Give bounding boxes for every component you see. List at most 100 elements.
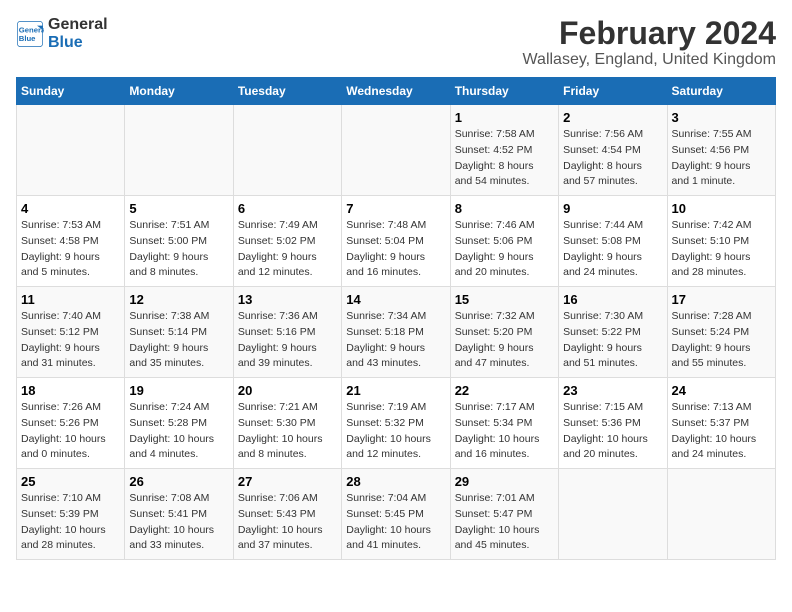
calendar-cell: 13 Sunrise: 7:36 AM Sunset: 5:16 PM Dayli…: [233, 287, 341, 378]
calendar-header-tuesday: Tuesday: [233, 78, 341, 105]
calendar-cell: 9 Sunrise: 7:44 AM Sunset: 5:08 PM Daylig…: [559, 196, 667, 287]
day-number: 25: [21, 474, 120, 489]
calendar-cell: 21 Sunrise: 7:19 AM Sunset: 5:32 PM Dayli…: [342, 378, 450, 469]
logo: General Blue GeneralBlue: [16, 16, 108, 51]
day-number: 14: [346, 292, 445, 307]
day-info: Sunrise: 7:42 AM Sunset: 5:10 PM Dayligh…: [672, 218, 771, 281]
day-info: Sunrise: 7:15 AM Sunset: 5:36 PM Dayligh…: [563, 400, 662, 463]
calendar-cell: 7Sunrise: 7:48 AM Sunset: 5:04 PM Daylig…: [342, 196, 450, 287]
calendar-table: SundayMondayTuesdayWednesdayThursdayFrid…: [16, 77, 776, 560]
day-info: Sunrise: 7:55 AM Sunset: 4:56 PM Dayligh…: [672, 127, 771, 190]
calendar-week-row: 18 Sunrise: 7:26 AM Sunset: 5:26 PM Dayli…: [17, 378, 776, 469]
calendar-week-row: 25 Sunrise: 7:10 AM Sunset: 5:39 PM Dayli…: [17, 469, 776, 560]
day-info: Sunrise: 7:58 AM Sunset: 4:52 PM Dayligh…: [455, 127, 554, 190]
logo-text: GeneralBlue: [48, 16, 108, 51]
day-number: 28: [346, 474, 445, 489]
day-info: Sunrise: 7:01 AM Sunset: 5:47 PM Dayligh…: [455, 491, 554, 554]
day-number: 2: [563, 110, 662, 125]
day-info: Sunrise: 7:53 AM Sunset: 4:58 PM Dayligh…: [21, 218, 120, 281]
day-info: Sunrise: 7:48 AM Sunset: 5:04 PM Dayligh…: [346, 218, 445, 281]
calendar-cell: [233, 105, 341, 196]
day-number: 13: [238, 292, 337, 307]
day-info: Sunrise: 7:56 AM Sunset: 4:54 PM Dayligh…: [563, 127, 662, 190]
header: General Blue GeneralBlue February 2024 W…: [16, 16, 776, 69]
day-number: 10: [672, 201, 771, 216]
day-number: 27: [238, 474, 337, 489]
day-info: Sunrise: 7:17 AM Sunset: 5:34 PM Dayligh…: [455, 400, 554, 463]
calendar-cell: 11Sunrise: 7:40 AM Sunset: 5:12 PM Dayli…: [17, 287, 125, 378]
day-number: 6: [238, 201, 337, 216]
title-section: February 2024 Wallasey, England, United …: [523, 16, 776, 69]
day-info: Sunrise: 7:38 AM Sunset: 5:14 PM Dayligh…: [129, 309, 228, 372]
calendar-cell: 19 Sunrise: 7:24 AM Sunset: 5:28 PM Dayli…: [125, 378, 233, 469]
day-info: Sunrise: 7:40 AM Sunset: 5:12 PM Dayligh…: [21, 309, 120, 372]
calendar-cell: 15Sunrise: 7:32 AM Sunset: 5:20 PM Dayli…: [450, 287, 558, 378]
day-info: Sunrise: 7:51 AM Sunset: 5:00 PM Dayligh…: [129, 218, 228, 281]
calendar-cell: 10 Sunrise: 7:42 AM Sunset: 5:10 PM Dayli…: [667, 196, 775, 287]
day-info: Sunrise: 7:24 AM Sunset: 5:28 PM Dayligh…: [129, 400, 228, 463]
day-number: 17: [672, 292, 771, 307]
day-number: 26: [129, 474, 228, 489]
calendar-cell: 6 Sunrise: 7:49 AM Sunset: 5:02 PM Daylig…: [233, 196, 341, 287]
calendar-cell: [559, 469, 667, 560]
calendar-cell: 28 Sunrise: 7:04 AM Sunset: 5:45 PM Dayli…: [342, 469, 450, 560]
logo-icon: General Blue: [16, 20, 44, 48]
day-number: 21: [346, 383, 445, 398]
calendar-cell: 16 Sunrise: 7:30 AM Sunset: 5:22 PM Dayli…: [559, 287, 667, 378]
day-number: 9: [563, 201, 662, 216]
day-number: 29: [455, 474, 554, 489]
day-info: Sunrise: 7:30 AM Sunset: 5:22 PM Dayligh…: [563, 309, 662, 372]
day-info: Sunrise: 7:19 AM Sunset: 5:32 PM Dayligh…: [346, 400, 445, 463]
day-info: Sunrise: 7:36 AM Sunset: 5:16 PM Dayligh…: [238, 309, 337, 372]
calendar-cell: [667, 469, 775, 560]
day-number: 5: [129, 201, 228, 216]
calendar-cell: 29 Sunrise: 7:01 AM Sunset: 5:47 PM Dayli…: [450, 469, 558, 560]
day-info: Sunrise: 7:34 AM Sunset: 5:18 PM Dayligh…: [346, 309, 445, 372]
day-number: 18: [21, 383, 120, 398]
calendar-cell: 20 Sunrise: 7:21 AM Sunset: 5:30 PM Dayli…: [233, 378, 341, 469]
day-info: Sunrise: 7:46 AM Sunset: 5:06 PM Dayligh…: [455, 218, 554, 281]
svg-text:Blue: Blue: [19, 34, 36, 43]
calendar-cell: 26 Sunrise: 7:08 AM Sunset: 5:41 PM Dayli…: [125, 469, 233, 560]
day-info: Sunrise: 7:44 AM Sunset: 5:08 PM Dayligh…: [563, 218, 662, 281]
day-number: 4: [21, 201, 120, 216]
day-info: Sunrise: 7:49 AM Sunset: 5:02 PM Dayligh…: [238, 218, 337, 281]
calendar-header-thursday: Thursday: [450, 78, 558, 105]
calendar-cell: [17, 105, 125, 196]
calendar-week-row: 11Sunrise: 7:40 AM Sunset: 5:12 PM Dayli…: [17, 287, 776, 378]
day-number: 19: [129, 383, 228, 398]
day-info: Sunrise: 7:21 AM Sunset: 5:30 PM Dayligh…: [238, 400, 337, 463]
day-info: Sunrise: 7:08 AM Sunset: 5:41 PM Dayligh…: [129, 491, 228, 554]
day-number: 8: [455, 201, 554, 216]
day-info: Sunrise: 7:28 AM Sunset: 5:24 PM Dayligh…: [672, 309, 771, 372]
day-info: Sunrise: 7:26 AM Sunset: 5:26 PM Dayligh…: [21, 400, 120, 463]
day-info: Sunrise: 7:04 AM Sunset: 5:45 PM Dayligh…: [346, 491, 445, 554]
calendar-cell: 2 Sunrise: 7:56 AM Sunset: 4:54 PM Daylig…: [559, 105, 667, 196]
calendar-cell: 1 Sunrise: 7:58 AM Sunset: 4:52 PM Daylig…: [450, 105, 558, 196]
day-number: 12: [129, 292, 228, 307]
day-number: 24: [672, 383, 771, 398]
day-info: Sunrise: 7:10 AM Sunset: 5:39 PM Dayligh…: [21, 491, 120, 554]
calendar-cell: 18 Sunrise: 7:26 AM Sunset: 5:26 PM Dayli…: [17, 378, 125, 469]
day-number: 20: [238, 383, 337, 398]
main-title: February 2024: [523, 16, 776, 51]
calendar-header-sunday: Sunday: [17, 78, 125, 105]
calendar-cell: 23Sunrise: 7:15 AM Sunset: 5:36 PM Dayli…: [559, 378, 667, 469]
calendar-cell: 5 Sunrise: 7:51 AM Sunset: 5:00 PM Daylig…: [125, 196, 233, 287]
calendar-week-row: 4 Sunrise: 7:53 AM Sunset: 4:58 PM Daylig…: [17, 196, 776, 287]
day-number: 15: [455, 292, 554, 307]
calendar-cell: 25 Sunrise: 7:10 AM Sunset: 5:39 PM Dayli…: [17, 469, 125, 560]
calendar-cell: 3 Sunrise: 7:55 AM Sunset: 4:56 PM Daylig…: [667, 105, 775, 196]
subtitle: Wallasey, England, United Kingdom: [523, 51, 776, 69]
day-number: 22: [455, 383, 554, 398]
day-number: 16: [563, 292, 662, 307]
day-number: 1: [455, 110, 554, 125]
day-number: 3: [672, 110, 771, 125]
calendar-cell: 12 Sunrise: 7:38 AM Sunset: 5:14 PM Dayli…: [125, 287, 233, 378]
calendar-header-monday: Monday: [125, 78, 233, 105]
calendar-week-row: 1 Sunrise: 7:58 AM Sunset: 4:52 PM Daylig…: [17, 105, 776, 196]
calendar-cell: [342, 105, 450, 196]
calendar-header-wednesday: Wednesday: [342, 78, 450, 105]
calendar-cell: 4 Sunrise: 7:53 AM Sunset: 4:58 PM Daylig…: [17, 196, 125, 287]
calendar-header-friday: Friday: [559, 78, 667, 105]
